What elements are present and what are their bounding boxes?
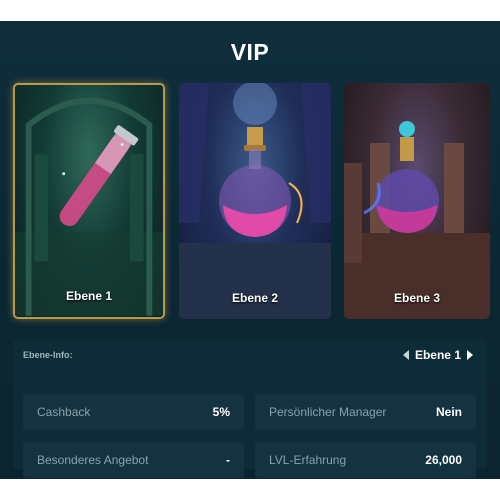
stat-label: Persönlicher Manager [269, 405, 387, 419]
chevron-left-icon[interactable] [402, 350, 409, 360]
level-card-label: Ebene 1 [65, 289, 113, 303]
level-card-2[interactable]: Ebene 2 [179, 83, 331, 319]
level-card-3[interactable]: Ebene 3 [344, 83, 490, 319]
stat-cashback: Cashback 5% [23, 394, 244, 430]
page-title: VIP [230, 39, 270, 65]
stat-value: 5% [212, 405, 230, 419]
level-info-panel: Ebene-Info: Ebene 1 Cashback 5% Persönli… [13, 339, 487, 478]
vip-modal: VIP Ebene 1 Ebene 2 Ebene 3 Ebene-Info: … [0, 21, 500, 479]
level-info-heading: Ebene-Info: [23, 350, 73, 360]
stat-lvl-experience: LVL-Erfahrung 26,000 [255, 442, 476, 478]
stat-label: Besonderes Angebot [37, 453, 149, 467]
stat-special-offer: Besonderes Angebot - [23, 442, 244, 478]
stat-label: LVL-Erfahrung [269, 453, 347, 467]
potion-tube-illustration [15, 97, 163, 316]
level-card-1[interactable]: Ebene 1 [13, 83, 165, 319]
stat-value: 26,000 [425, 453, 462, 467]
stat-personal-manager: Persönlicher Manager Nein [255, 394, 476, 430]
stat-value: - [226, 453, 230, 467]
potion-flask-illustration [179, 83, 331, 319]
current-level-label: Ebene 1 [414, 348, 461, 362]
level-selector: Ebene 1 [402, 348, 473, 362]
stat-value: Nein [435, 405, 462, 419]
level-card-label: Ebene 2 [231, 291, 279, 305]
potion-orb-illustration [344, 121, 490, 319]
chevron-right-icon[interactable] [467, 350, 473, 360]
stat-label: Cashback [37, 405, 91, 419]
level-card-label: Ebene 3 [393, 291, 441, 305]
